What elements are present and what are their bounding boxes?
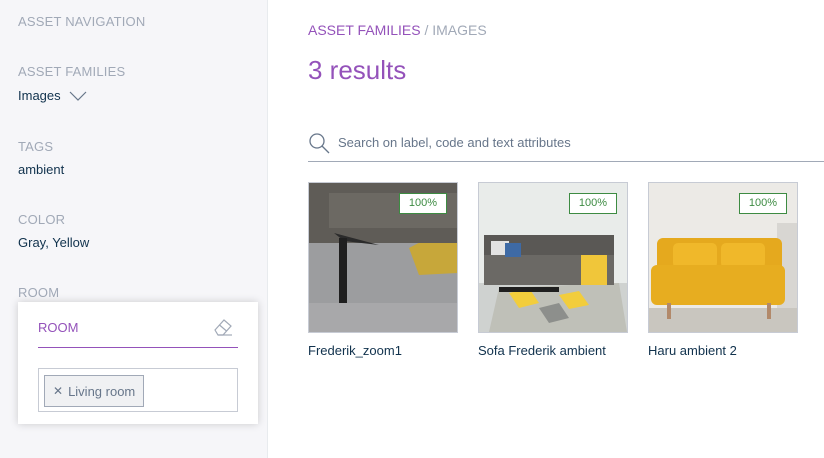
room-select-input[interactable]: ✕ Living room <box>38 368 238 412</box>
breadcrumb-separator: / <box>424 22 429 38</box>
selected-room-chip: ✕ Living room <box>44 375 145 407</box>
completeness-badge: 100% <box>399 193 447 214</box>
asset-thumbnail: 100% <box>308 182 458 333</box>
eraser-icon[interactable] <box>212 317 234 337</box>
asset-thumbnail: 100% <box>478 182 628 333</box>
completeness-badge: 100% <box>569 193 617 214</box>
room-heading: ROOM <box>18 285 60 300</box>
search-bar <box>308 124 824 162</box>
asset-navigation-sidebar: ASSET NAVIGATION ASSET FAMILIES Images T… <box>0 0 268 458</box>
asset-card[interactable]: 100% Haru ambient 2 <box>648 182 798 358</box>
asset-label: Haru ambient 2 <box>648 343 737 358</box>
color-heading: COLOR <box>18 212 66 227</box>
asset-label: Sofa Frederik ambient <box>478 343 606 358</box>
sidebar-title: ASSET NAVIGATION <box>18 14 146 29</box>
room-filter-dropdown: ROOM ✕ Living room <box>18 302 258 424</box>
color-filter-value[interactable]: Gray, Yellow <box>18 235 89 250</box>
asset-card[interactable]: 100% Sofa Frederik ambient <box>478 182 628 358</box>
results-count: 3 results <box>308 55 407 85</box>
completeness-badge: 100% <box>739 193 787 214</box>
tags-heading: TAGS <box>18 139 54 154</box>
chip-label: Living room <box>68 383 136 399</box>
asset-label: Frederik_zoom1 <box>308 343 402 358</box>
chevron-down-icon <box>69 91 87 101</box>
asset-card[interactable]: 100% Frederik_zoom1 <box>308 182 458 358</box>
search-icon <box>309 132 330 153</box>
breadcrumb-current: IMAGES <box>432 22 487 38</box>
asset-family-value: Images <box>18 88 61 103</box>
breadcrumb: ASSET FAMILIES / IMAGES <box>308 22 487 38</box>
asset-families-heading: ASSET FAMILIES <box>18 64 126 79</box>
tags-filter-value[interactable]: ambient <box>18 162 64 177</box>
room-panel-underline <box>38 347 238 348</box>
close-icon[interactable]: ✕ <box>53 385 63 397</box>
room-panel-title: ROOM <box>38 320 79 335</box>
asset-thumbnail: 100% <box>648 182 798 333</box>
search-input[interactable] <box>338 135 778 150</box>
asset-family-dropdown[interactable]: Images <box>18 88 87 103</box>
breadcrumb-asset-families[interactable]: ASSET FAMILIES <box>308 22 421 38</box>
